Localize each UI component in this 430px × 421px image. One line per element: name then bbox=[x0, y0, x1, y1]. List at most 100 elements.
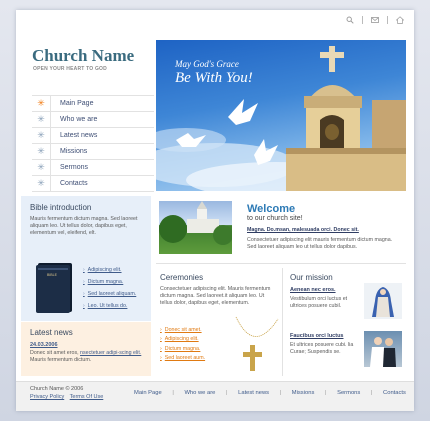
news-inline-link[interactable]: nsectetuer adipi-scing elit. bbox=[80, 350, 141, 356]
ceremony-link[interactable]: › Dictum magna. bbox=[160, 344, 205, 354]
bible-title: Bible introduction bbox=[30, 203, 92, 212]
arrow-icon: › bbox=[83, 291, 85, 297]
link-label: Leo. Ut tellus do. bbox=[87, 303, 128, 309]
nav-item-who-we-are[interactable]: ✳ Who we are bbox=[32, 111, 154, 128]
privacy-policy-link[interactable]: Privacy Policy bbox=[30, 394, 64, 400]
wedding-couple-image bbox=[364, 331, 402, 367]
mission-item-text: Et ultrices posuere cubi. lia Curae; Sus… bbox=[290, 342, 354, 355]
bible-link[interactable]: › Dictum magna. bbox=[83, 276, 136, 288]
welcome-highlight-link[interactable]: Magna. Do.msan, malesuada orci. Donec si… bbox=[247, 227, 359, 233]
link-label: Dictum magna. bbox=[87, 279, 124, 285]
nav-item-missions[interactable]: ✳ Missions bbox=[32, 143, 154, 160]
welcome-subtitle: to our church site! bbox=[247, 215, 303, 222]
arrow-icon: › bbox=[83, 279, 85, 285]
doves-image bbox=[176, 99, 278, 165]
footer-nav-latest-news[interactable]: Latest news bbox=[238, 390, 269, 396]
bible-link[interactable]: › Sed laoreet aliquam. bbox=[83, 288, 136, 300]
nav-item-label: Sermons bbox=[60, 164, 89, 171]
link-label: Adipiscing elit. bbox=[87, 267, 122, 273]
nav-divider bbox=[50, 159, 51, 176]
news-text: Donec sit amet eros, nsectetuer adipi-sc… bbox=[30, 350, 145, 364]
mission-title: Our mission bbox=[290, 273, 333, 282]
star-burst-icon: ✳ bbox=[37, 146, 45, 156]
icon-divider bbox=[387, 16, 388, 24]
footer-nav-main-page[interactable]: Main Page bbox=[134, 390, 162, 396]
arrow-icon: › bbox=[160, 355, 162, 362]
hero-line-1: May God's Grace bbox=[175, 59, 239, 69]
nav-item-main-page[interactable]: ✳ Main Page bbox=[32, 95, 154, 112]
mission-item-title[interactable]: Aenean nec eros. bbox=[290, 287, 336, 293]
mission-item-title[interactable]: Faucibus orci luctus bbox=[290, 333, 343, 339]
footer-legal-links: Privacy Policy Terms Of Use bbox=[30, 394, 107, 400]
main-nav: ✳ Main Page ✳ Who we are ✳ Latest news ✳… bbox=[32, 95, 154, 192]
ceremonies-text: Consectetuer adipiscing elit. Mauris fer… bbox=[160, 286, 271, 306]
link-label: Sed laoreet aliquam. bbox=[87, 291, 137, 297]
cross-necklace-image bbox=[235, 316, 279, 371]
ceremony-link[interactable]: › Donec sit amet. bbox=[160, 325, 205, 335]
section-divider bbox=[156, 263, 406, 264]
footer-nav-separator: | bbox=[279, 390, 282, 396]
nav-item-contacts[interactable]: ✳ Contacts bbox=[32, 175, 154, 192]
link-label: Donec sit amet. bbox=[164, 326, 202, 333]
footer-nav-separator: | bbox=[172, 390, 174, 396]
bible-link[interactable]: › Leo. Ut tellus do. bbox=[83, 300, 136, 312]
nav-item-latest-news[interactable]: ✳ Latest news bbox=[32, 127, 154, 144]
arrow-icon: › bbox=[160, 336, 162, 343]
nav-divider bbox=[50, 95, 51, 112]
site-tagline: OPEN YOUR HEART TO GOD bbox=[33, 66, 107, 72]
news-text-end: Mauris fermentum dictum. bbox=[30, 357, 92, 363]
nav-divider bbox=[50, 127, 51, 144]
link-label: Adipiscing elit. bbox=[164, 336, 199, 343]
nav-divider bbox=[50, 111, 51, 128]
church-photo bbox=[159, 201, 232, 254]
star-burst-icon: ✳ bbox=[37, 98, 45, 108]
utility-icons bbox=[346, 16, 405, 24]
star-burst-icon: ✳ bbox=[37, 114, 45, 124]
nav-item-sermons[interactable]: ✳ Sermons bbox=[32, 159, 154, 176]
footer-nav-sermons[interactable]: Sermons bbox=[337, 390, 360, 396]
news-title: Latest news bbox=[30, 328, 73, 337]
footer-nav: Main Page | Who we are | Latest news | M… bbox=[134, 390, 406, 396]
bible-text: Mauris fermentum dictum magna. Sed laore… bbox=[30, 216, 138, 236]
latest-news-box: Latest news 24.03.2006 Donec sit amet er… bbox=[21, 322, 151, 376]
arrow-icon: › bbox=[160, 345, 162, 352]
site-title[interactable]: Church Name bbox=[32, 46, 134, 66]
ceremonies-title: Ceremonies bbox=[160, 273, 204, 282]
footer-nav-separator: | bbox=[324, 390, 327, 396]
footer-nav-contacts[interactable]: Contacts bbox=[383, 390, 406, 396]
bible-book-label: BIBLE bbox=[47, 273, 57, 277]
terms-of-use-link[interactable]: Terms Of Use bbox=[70, 394, 104, 400]
hero-banner: May God's Grace Be With You! bbox=[156, 40, 406, 191]
news-date[interactable]: 24.03.2006 bbox=[30, 342, 58, 348]
bible-link[interactable]: › Adipiscing elit. bbox=[83, 264, 136, 276]
mary-statue-image bbox=[364, 283, 402, 319]
nav-item-label: Main Page bbox=[60, 100, 94, 107]
link-label: Sed laoreet aum. bbox=[164, 355, 206, 362]
ceremony-link[interactable]: › Adipiscing elit. bbox=[160, 335, 205, 345]
news-text-start: Donec sit amet eros, bbox=[30, 350, 81, 356]
ceremonies-links: › Donec sit amet. › Adipiscing elit. › Dict… bbox=[160, 325, 205, 363]
nav-divider bbox=[50, 143, 51, 160]
nav-item-label: Who we are bbox=[60, 116, 98, 123]
page-container: Church Name OPEN YOUR HEART TO GOD ✳ Mai… bbox=[16, 10, 414, 411]
bible-intro-box: Bible introduction Mauris fermentum dict… bbox=[21, 196, 151, 321]
star-burst-icon: ✳ bbox=[37, 130, 45, 140]
arrow-icon: › bbox=[83, 267, 85, 273]
nav-item-label: Latest news bbox=[60, 132, 98, 139]
welcome-text: Consectetuer adipiscing elit mauris ferm… bbox=[247, 237, 393, 250]
footer-nav-missions[interactable]: Missions bbox=[292, 390, 315, 396]
footer-nav-separator: | bbox=[370, 390, 373, 396]
bible-book-image bbox=[36, 263, 72, 313]
nav-divider bbox=[50, 175, 51, 192]
icon-divider bbox=[362, 16, 363, 24]
footer-nav-who-we-are[interactable]: Who we are bbox=[184, 390, 215, 396]
search-icon[interactable] bbox=[346, 16, 354, 24]
mail-icon[interactable] bbox=[371, 16, 379, 24]
home-icon[interactable] bbox=[395, 16, 405, 24]
star-burst-icon: ✳ bbox=[37, 178, 45, 188]
welcome-title: Welcome bbox=[247, 203, 296, 215]
nav-item-label: Missions bbox=[60, 148, 88, 155]
ceremony-link[interactable]: › Sed laoreet aum. bbox=[160, 354, 205, 364]
star-burst-icon: ✳ bbox=[37, 162, 45, 172]
arrow-icon: › bbox=[83, 303, 85, 309]
